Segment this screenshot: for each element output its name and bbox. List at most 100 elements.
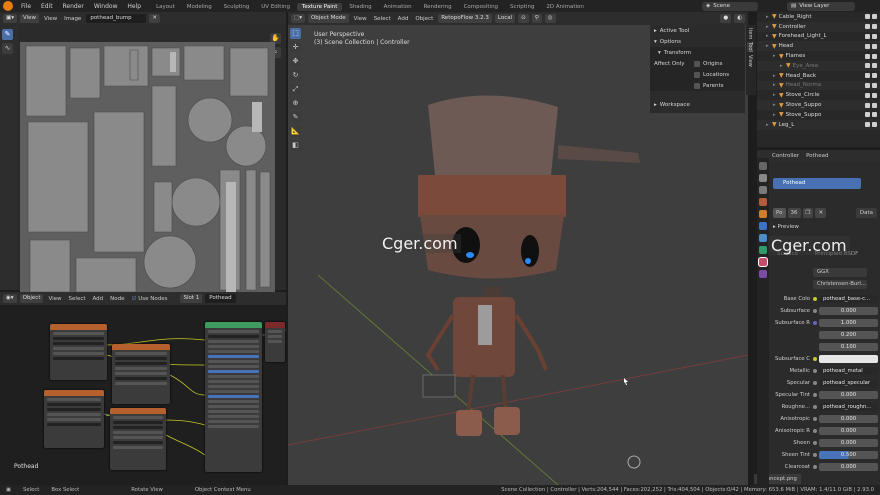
principled-bsdf-node[interactable] bbox=[205, 322, 262, 472]
object-tab-icon[interactable] bbox=[759, 210, 767, 218]
input-value[interactable]: 0.000 bbox=[819, 307, 878, 315]
mode-dropdown[interactable]: Object Mode bbox=[307, 14, 349, 23]
visibility-eye-icon[interactable] bbox=[865, 92, 870, 98]
modifier-tab-icon[interactable] bbox=[759, 222, 767, 230]
socket-icon[interactable] bbox=[813, 441, 817, 445]
tab-shading[interactable]: Shading bbox=[344, 3, 376, 11]
visibility-eye-icon[interactable] bbox=[865, 43, 870, 49]
shading-material-icon[interactable]: ◐ bbox=[734, 14, 745, 23]
outliner-row[interactable]: ▸ ▼ Eye_Area bbox=[757, 60, 880, 71]
menu-select[interactable]: Select bbox=[67, 296, 88, 302]
visibility-eye-icon[interactable] bbox=[865, 112, 870, 118]
copy-icon[interactable]: ❐ bbox=[802, 208, 814, 218]
tab-rendering[interactable]: Rendering bbox=[419, 3, 457, 11]
visibility-eye-icon[interactable] bbox=[865, 24, 870, 30]
input-value[interactable]: 0.000 bbox=[819, 439, 878, 447]
outliner-row[interactable]: ▸ ▼ Head bbox=[757, 41, 880, 52]
input-value[interactable]: pothead_base-c... bbox=[819, 295, 878, 303]
tool-tab-icon[interactable] bbox=[759, 162, 767, 170]
render-camera-icon[interactable] bbox=[872, 24, 877, 30]
output-tab-icon[interactable] bbox=[759, 186, 767, 194]
socket-icon[interactable] bbox=[813, 369, 817, 373]
socket-icon[interactable] bbox=[813, 381, 817, 385]
options-section[interactable]: ▾ Options bbox=[650, 36, 745, 47]
outliner-row[interactable]: ▸ ▼ Stove_Circle bbox=[757, 90, 880, 100]
cursor-icon[interactable]: ✛ bbox=[290, 42, 301, 53]
tab-compositing[interactable]: Compositing bbox=[459, 3, 503, 11]
image-texture-node[interactable] bbox=[110, 408, 166, 470]
render-camera-icon[interactable] bbox=[872, 43, 877, 49]
outliner-row[interactable]: ▸ ▼ Head_Norma bbox=[757, 80, 880, 91]
smear-icon[interactable]: ∿ bbox=[2, 43, 13, 54]
outliner-row[interactable]: ▸ ▼ Head_Back bbox=[757, 71, 880, 81]
input-value[interactable]: 0.000 bbox=[819, 391, 878, 399]
retopoflow-button[interactable]: RetopoFlow 3.2.3 bbox=[438, 14, 492, 23]
input-value[interactable]: 0.200 bbox=[819, 331, 878, 339]
render-camera-icon[interactable] bbox=[872, 14, 877, 20]
render-tab-icon[interactable] bbox=[759, 174, 767, 182]
outliner-row[interactable]: ▸ ▼ Flames bbox=[757, 51, 880, 61]
outliner-row[interactable]: ▸ ▼ Controller bbox=[757, 21, 880, 32]
socket-icon[interactable] bbox=[813, 417, 817, 421]
shader-type-dropdown[interactable]: Object bbox=[19, 294, 44, 303]
menu-node[interactable]: Node bbox=[108, 296, 126, 302]
tab-texture-paint[interactable]: Texture Paint bbox=[296, 2, 343, 11]
material-field[interactable]: Pothead bbox=[205, 294, 236, 303]
visibility-eye-icon[interactable] bbox=[865, 122, 870, 128]
input-value[interactable]: pothead_specular bbox=[819, 379, 878, 387]
render-camera-icon[interactable] bbox=[872, 53, 877, 59]
texture-tab-icon[interactable] bbox=[759, 270, 767, 278]
menu-render[interactable]: Render bbox=[59, 3, 88, 10]
tab-modeling[interactable]: Modeling bbox=[182, 3, 217, 11]
scene-tab-icon[interactable] bbox=[759, 198, 767, 206]
material-name[interactable]: Pothead bbox=[804, 153, 830, 159]
tab-view[interactable]: View bbox=[747, 55, 753, 67]
input-value[interactable]: 0.000 bbox=[819, 415, 878, 423]
visibility-eye-icon[interactable] bbox=[865, 82, 870, 88]
menu-image[interactable]: Image bbox=[62, 16, 83, 22]
socket-icon[interactable] bbox=[813, 429, 817, 433]
tab-item[interactable]: Item bbox=[747, 28, 753, 39]
view-layer-selector[interactable]: ▤ View Layer bbox=[787, 1, 855, 11]
visibility-eye-icon[interactable] bbox=[865, 73, 870, 79]
visibility-eye-icon[interactable] bbox=[865, 33, 870, 39]
render-camera-icon[interactable] bbox=[872, 63, 877, 69]
use-nodes-toggle[interactable]: ☑ Use Nodes bbox=[130, 296, 170, 302]
uv-texture-canvas[interactable] bbox=[20, 42, 275, 297]
scale-icon[interactable]: ⤢ bbox=[290, 84, 301, 95]
active-tool-section[interactable]: ▸ Active Tool bbox=[650, 25, 745, 36]
material-tab-icon[interactable] bbox=[759, 258, 767, 266]
menu-select[interactable]: Select bbox=[372, 16, 393, 22]
image-texture-node[interactable] bbox=[44, 390, 104, 448]
input-value[interactable]: 0.000 bbox=[819, 427, 878, 435]
input-value[interactable]: 0.100 bbox=[819, 343, 878, 351]
tab-animation[interactable]: Animation bbox=[379, 3, 417, 11]
input-value[interactable]: pothead_roughn... bbox=[819, 403, 878, 411]
material-datablock[interactable]: Po bbox=[773, 208, 786, 218]
blender-logo-icon[interactable] bbox=[3, 1, 13, 11]
scene-selector[interactable]: ◈ Scene bbox=[702, 1, 758, 11]
measure-icon[interactable]: 📐 bbox=[290, 126, 301, 137]
visibility-eye-icon[interactable] bbox=[865, 53, 870, 59]
tab-scripting[interactable]: Scripting bbox=[505, 3, 539, 11]
input-value[interactable]: 1.000 bbox=[819, 319, 878, 327]
socket-icon[interactable] bbox=[813, 357, 817, 361]
image-texture-node[interactable] bbox=[50, 324, 107, 380]
render-camera-icon[interactable] bbox=[872, 112, 877, 118]
socket-icon[interactable] bbox=[813, 453, 817, 457]
snap-icon[interactable]: ⚲ bbox=[531, 14, 542, 23]
editor-type-button[interactable]: ▣▾ bbox=[3, 14, 17, 23]
outliner-row[interactable]: ▸ ▼ Stove_Suppo bbox=[757, 100, 880, 110]
menu-view[interactable]: View bbox=[352, 16, 369, 22]
menu-add[interactable]: Add bbox=[91, 296, 106, 302]
distribution-dropdown[interactable]: GGX bbox=[813, 268, 867, 277]
visibility-eye-icon[interactable] bbox=[865, 14, 870, 20]
outliner-row[interactable]: ▸ ▼ Leg_L bbox=[757, 119, 880, 130]
tab-sculpting[interactable]: Sculpting bbox=[219, 3, 255, 11]
render-camera-icon[interactable] bbox=[872, 33, 877, 39]
parents-checkbox[interactable] bbox=[694, 82, 700, 89]
visibility-eye-icon[interactable] bbox=[865, 102, 870, 108]
locations-checkbox[interactable] bbox=[694, 71, 700, 78]
menu-object[interactable]: Object bbox=[413, 16, 435, 22]
orientation-dropdown[interactable]: Local bbox=[494, 14, 516, 23]
